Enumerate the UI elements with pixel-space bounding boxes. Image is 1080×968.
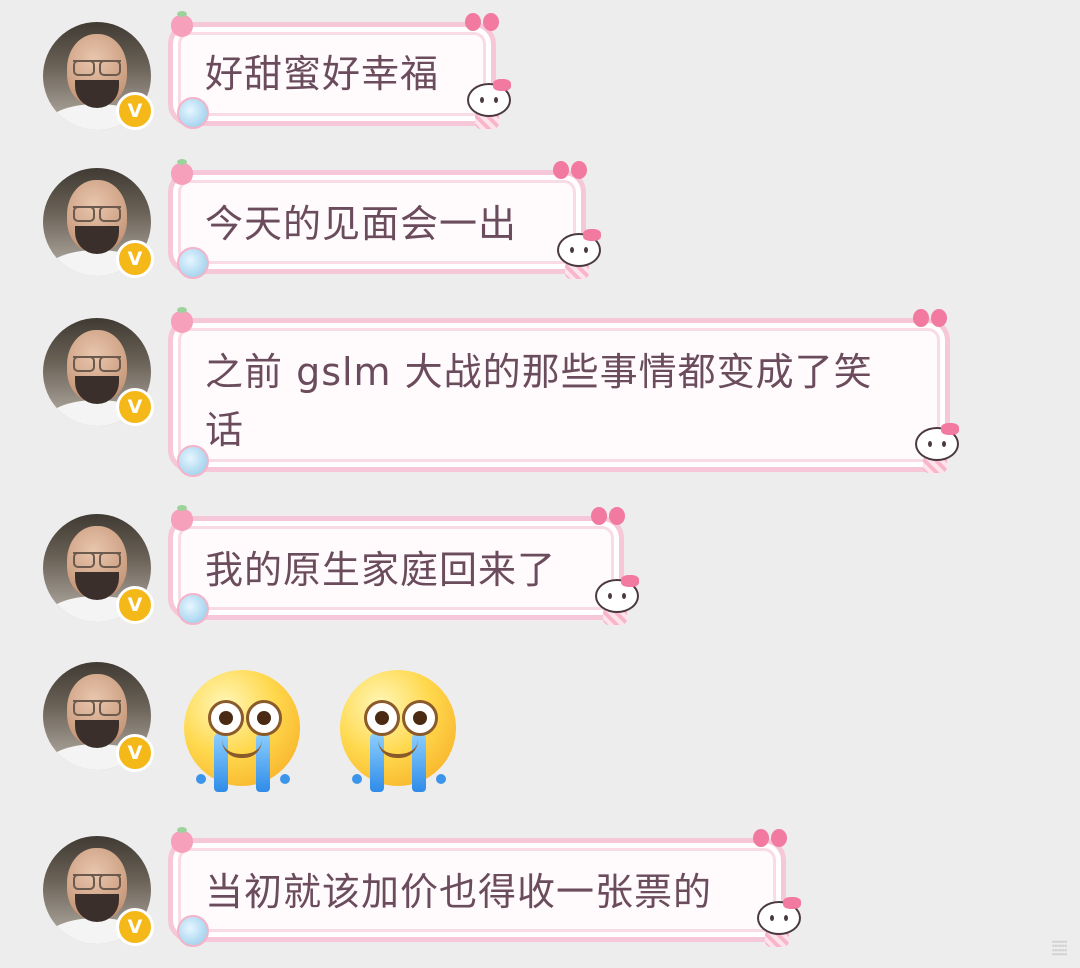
- strawberry-icon: [171, 505, 193, 531]
- message-bubble[interactable]: 之前 gslm 大战的那些事情都变成了笑 话: [168, 307, 959, 477]
- message-text-line-2: 话: [205, 408, 245, 452]
- bow-icon: [591, 507, 625, 527]
- strawberry-icon: [171, 11, 193, 37]
- verified-badge-icon: V: [116, 240, 154, 278]
- message-text-line-1: 之前 gslm 大战的那些事情都变成了笑: [205, 350, 873, 394]
- crying-face-emoji-icon[interactable]: [340, 670, 456, 792]
- verified-badge-icon: V: [116, 734, 154, 772]
- bow-icon: [553, 161, 587, 181]
- hello-kitty-sticker-icon: [555, 229, 601, 281]
- verified-badge-icon: V: [116, 908, 154, 946]
- message-text: 好甜蜜好幸福: [205, 52, 440, 96]
- message-bubble[interactable]: 好甜蜜好幸福: [168, 11, 511, 129]
- verified-badge-icon: V: [116, 92, 154, 130]
- bow-icon: [465, 13, 499, 33]
- bow-icon: [913, 309, 947, 329]
- hello-kitty-sticker-icon: [593, 575, 639, 627]
- message-text: 当初就该加价也得收一张票的: [205, 870, 713, 914]
- watermark: ⦙⦙⦙⦙⦙⦙: [1051, 936, 1068, 960]
- bow-icon: [753, 829, 787, 849]
- message-bubble[interactable]: 今天的见面会一出: [168, 159, 601, 279]
- crying-face-emoji-icon[interactable]: [184, 670, 300, 792]
- strawberry-icon: [171, 159, 193, 185]
- hello-kitty-sticker-icon: [465, 79, 511, 131]
- verified-badge-icon: V: [116, 586, 154, 624]
- message-bubble[interactable]: 当初就该加价也得收一张票的: [168, 827, 801, 947]
- message-text: 今天的见面会一出: [205, 202, 518, 246]
- hello-kitty-sticker-icon: [755, 897, 801, 949]
- message-bubble[interactable]: 我的原生家庭回来了: [168, 505, 639, 625]
- verified-badge-icon: V: [116, 388, 154, 426]
- hello-kitty-sticker-icon: [913, 423, 959, 475]
- strawberry-icon: [171, 827, 193, 853]
- message-text: 我的原生家庭回来了: [205, 548, 557, 592]
- strawberry-icon: [171, 307, 193, 333]
